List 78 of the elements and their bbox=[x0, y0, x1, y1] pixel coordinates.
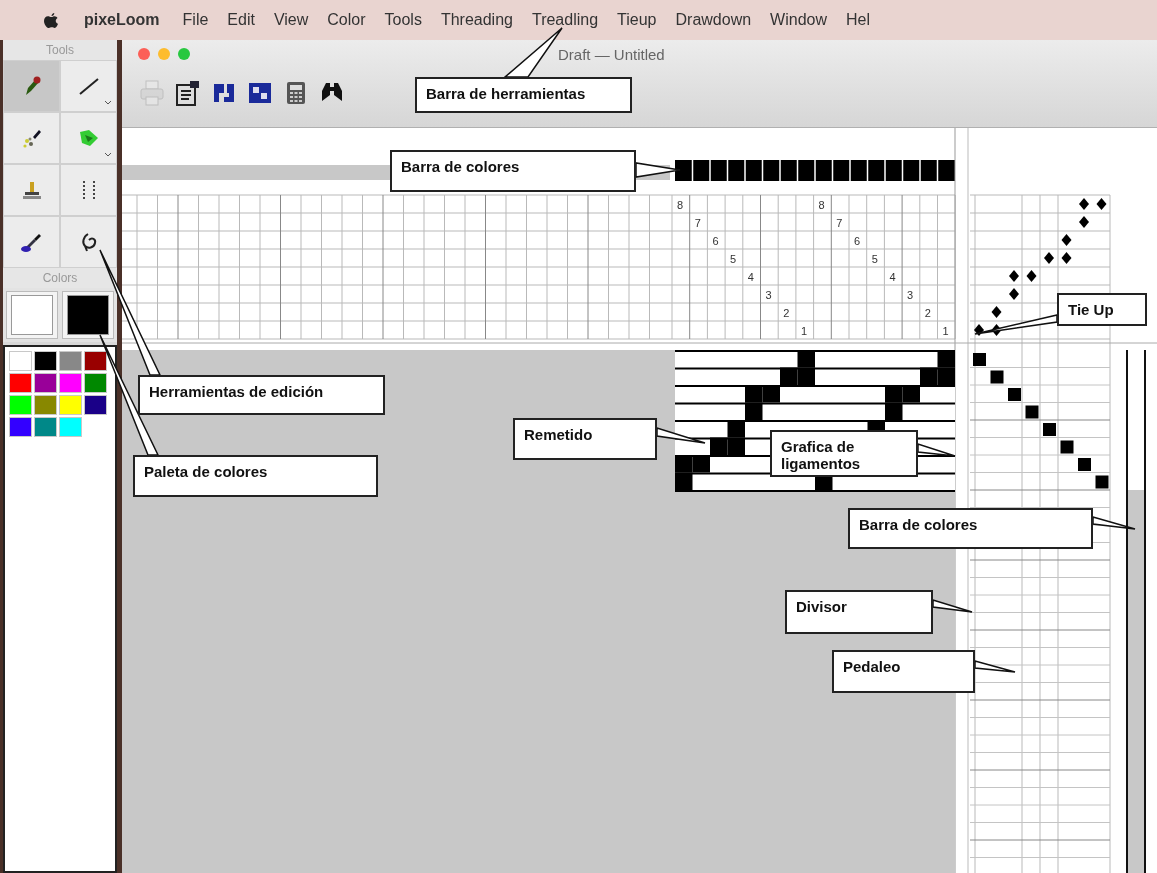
menu-item[interactable]: Edit bbox=[227, 11, 255, 29]
threading-number: 5 bbox=[730, 253, 737, 265]
callout-label: Barra de colores bbox=[848, 508, 1093, 549]
menu-item[interactable]: File bbox=[182, 11, 209, 29]
menu-item[interactable]: View bbox=[273, 11, 309, 29]
threading-number: 2 bbox=[924, 307, 931, 319]
color-swatch[interactable] bbox=[9, 373, 32, 393]
threading-number: 4 bbox=[889, 271, 896, 283]
menu-item[interactable]: Drawdown bbox=[675, 11, 752, 29]
dropper-tool[interactable] bbox=[3, 216, 60, 268]
close-button[interactable] bbox=[138, 48, 150, 60]
threading-number: 3 bbox=[765, 289, 772, 301]
panel-title: Tools bbox=[3, 40, 117, 60]
app-menu[interactable]: pixeLoom bbox=[84, 11, 160, 29]
window-title: Draft — Untitled bbox=[558, 45, 665, 63]
color-swatch[interactable] bbox=[9, 395, 32, 415]
threading-number: 4 bbox=[747, 271, 754, 283]
menu-item[interactable]: Color bbox=[327, 11, 366, 29]
line-icon bbox=[77, 76, 100, 96]
color-well[interactable] bbox=[11, 295, 53, 335]
color-swatch[interactable] bbox=[84, 351, 107, 371]
threading-number: 1 bbox=[942, 325, 949, 337]
threading-number: 8 bbox=[677, 199, 684, 211]
callout-label: Barra de colores bbox=[390, 150, 636, 192]
dotted-tool[interactable] bbox=[60, 164, 117, 216]
callout-label: Herramientas de edición bbox=[138, 375, 385, 415]
weft-color-bar[interactable] bbox=[1126, 350, 1146, 873]
color-swatch[interactable] bbox=[59, 351, 82, 371]
chevron-icon bbox=[104, 152, 112, 157]
stamp-icon bbox=[20, 179, 43, 201]
callout-label: Paleta de colores bbox=[133, 455, 378, 497]
color-swatch[interactable] bbox=[34, 417, 57, 437]
threading-number: 6 bbox=[854, 235, 861, 247]
callout-label: Pedaleo bbox=[832, 650, 975, 693]
chevron-icon bbox=[104, 100, 112, 105]
color-swatch[interactable] bbox=[34, 351, 57, 371]
threading-number: 6 bbox=[712, 235, 719, 247]
color-swatch[interactable] bbox=[9, 417, 32, 437]
panel-title: Colors bbox=[3, 268, 117, 288]
menu-item[interactable]: Treadling bbox=[531, 11, 599, 29]
warp-color-bar[interactable] bbox=[675, 159, 955, 182]
callout-label: Grafica de ligamentos bbox=[770, 430, 918, 477]
color-swatch[interactable] bbox=[59, 395, 82, 415]
treadling-drawing[interactable] bbox=[973, 353, 1109, 489]
menu-item[interactable]: Window bbox=[770, 11, 827, 29]
threading-number: 8 bbox=[818, 199, 825, 211]
threading-number: 7 bbox=[694, 217, 701, 229]
color-well[interactable] bbox=[67, 295, 109, 335]
menu-item[interactable]: Tools bbox=[384, 11, 422, 29]
eyedropper-icon bbox=[19, 231, 44, 253]
callout-label: Divisor bbox=[785, 590, 933, 634]
threading-number: 7 bbox=[836, 217, 843, 229]
menu-item[interactable]: Threading bbox=[440, 11, 513, 29]
leader-line bbox=[635, 162, 681, 178]
color-swatch[interactable] bbox=[9, 351, 32, 371]
pencil-tool[interactable] bbox=[3, 60, 60, 112]
color-swatch[interactable] bbox=[59, 373, 82, 393]
menu-item[interactable]: Hel bbox=[846, 11, 870, 29]
leader-line bbox=[932, 599, 973, 613]
color-swatch[interactable] bbox=[34, 373, 57, 393]
color-swatch[interactable] bbox=[59, 417, 82, 437]
leader-line bbox=[974, 660, 1016, 673]
callout-label: Tie Up bbox=[1057, 293, 1147, 326]
color-swatch[interactable] bbox=[34, 395, 57, 415]
leader-line bbox=[656, 426, 706, 444]
threading-number: 5 bbox=[871, 253, 878, 265]
threading-number: 1 bbox=[800, 325, 808, 337]
leader-line bbox=[917, 442, 956, 457]
threading-number: 3 bbox=[907, 289, 914, 301]
color-swatch[interactable] bbox=[84, 395, 107, 415]
leader-line bbox=[1092, 516, 1136, 530]
inspector-button[interactable] bbox=[174, 78, 202, 108]
apple-icon[interactable] bbox=[44, 11, 59, 29]
threading-number: 2 bbox=[783, 307, 790, 319]
color-swatch[interactable] bbox=[84, 373, 107, 393]
lasso-tool[interactable] bbox=[60, 216, 117, 268]
menu-item[interactable]: Tieup bbox=[617, 11, 657, 29]
callout-label: Remetido bbox=[513, 418, 657, 460]
